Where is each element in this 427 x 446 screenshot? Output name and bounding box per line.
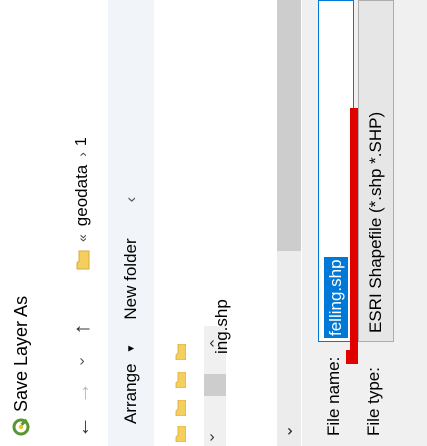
- collapse-pane-icon[interactable]: ‹: [121, 197, 141, 203]
- command-toolbar: Arrange ▼ New folder ‹: [108, 0, 154, 446]
- folder-icon: [76, 250, 90, 270]
- folder-icon: [175, 426, 186, 442]
- file-type-label: File type:: [364, 367, 383, 436]
- breadcrumb-overflow-icon[interactable]: «: [74, 234, 90, 242]
- new-folder-button[interactable]: New folder: [121, 238, 141, 319]
- file-type-value: ESRI Shapefile (*.shp *.SHP): [366, 111, 385, 333]
- arrange-label: Arrange: [121, 363, 140, 424]
- file-name-value[interactable]: felling.shp: [324, 257, 348, 338]
- folder-icon: [175, 400, 186, 416]
- forward-button[interactable]: →: [67, 380, 97, 406]
- file-type-select[interactable]: ESRI Shapefile (*.shp *.SHP): [358, 0, 394, 342]
- chevron-down-icon: ›: [79, 352, 85, 370]
- red-annotation-mark: [350, 108, 358, 364]
- arrow-right-icon: →: [69, 382, 94, 404]
- red-annotation-mark: [346, 350, 352, 364]
- scroll-down-icon[interactable]: ⌄: [277, 425, 297, 438]
- back-button[interactable]: ←: [67, 414, 97, 440]
- file-name-label: File name:: [324, 356, 343, 436]
- dialog-title: Save Layer As: [11, 295, 31, 412]
- arrange-menu-button[interactable]: Arrange ▼: [121, 344, 141, 424]
- arrow-left-icon: ←: [69, 416, 94, 438]
- up-folder-button[interactable]: ↑: [67, 316, 97, 342]
- file-item-ing-shp[interactable]: ing.shp: [212, 299, 232, 354]
- folder-icon: [175, 344, 186, 360]
- scrollbar-thumb[interactable]: [204, 374, 226, 396]
- recent-locations-button[interactable]: ›: [67, 348, 97, 374]
- file-list-scrollbar-thumb[interactable]: [277, 0, 301, 251]
- arrow-up-icon: ↑: [69, 323, 94, 335]
- folder-icon: [175, 372, 186, 388]
- save-layer-dialog: Save Layer As ← → › ↑ « geodata › 1 Arra…: [0, 0, 427, 446]
- qgis-logo-icon: [12, 418, 30, 436]
- breadcrumb-geodata[interactable]: geodata: [72, 165, 92, 226]
- screenshot-stage: Save Layer As ← → › ↑ « geodata › 1 Arra…: [0, 0, 427, 446]
- address-bar[interactable]: « geodata › 1: [62, 0, 102, 276]
- breadcrumb-separator-icon[interactable]: ›: [74, 152, 90, 157]
- scroll-right-icon[interactable]: ›: [209, 428, 214, 446]
- title-bar: Save Layer As: [0, 0, 42, 446]
- dropdown-arrow-icon: ▼: [125, 343, 137, 354]
- breadcrumb-1[interactable]: 1: [73, 137, 91, 146]
